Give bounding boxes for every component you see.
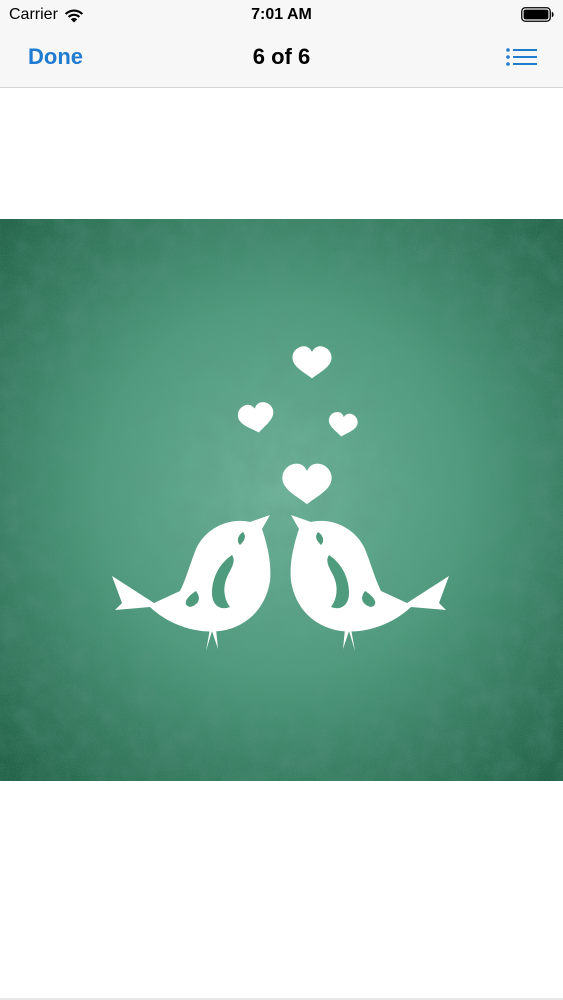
status-bar: Carrier 7:01 AM [0, 0, 563, 30]
battery-icon [521, 7, 554, 22]
done-button[interactable]: Done [28, 44, 83, 70]
list-icon [506, 48, 537, 66]
navigation-bar: Done 6 of 6 [0, 30, 563, 88]
love-birds-image [0, 219, 563, 781]
status-time: 7:01 AM [251, 6, 312, 23]
page-counter-title: 6 of 6 [252, 44, 311, 69]
list-button[interactable] [505, 44, 539, 70]
